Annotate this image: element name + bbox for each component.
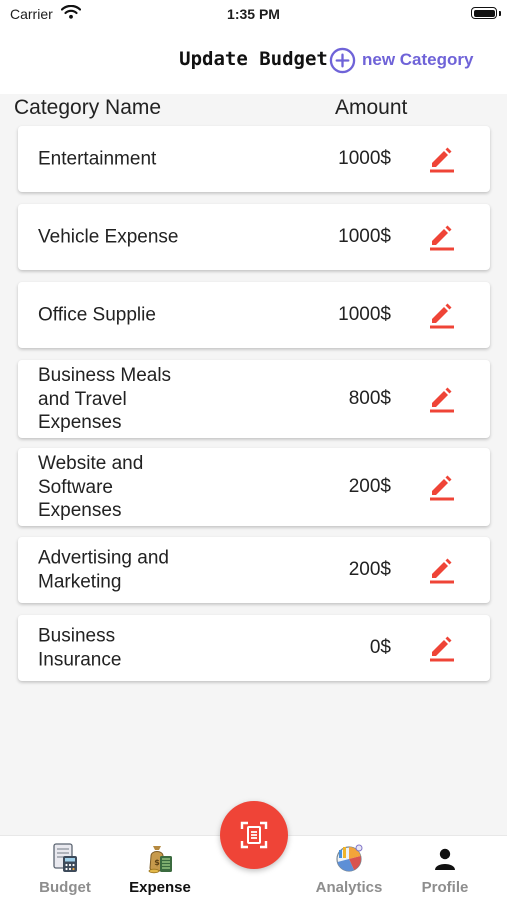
edit-icon[interactable] (428, 145, 456, 173)
header: Update Budget new Category (0, 28, 507, 94)
category-card: Advertising and Marketing 200$ (18, 537, 490, 603)
new-category-button[interactable]: new Category (329, 46, 473, 74)
category-name: Entertainment (38, 148, 157, 170)
svg-text:$: $ (154, 858, 160, 867)
category-card: Office Supplie 1000$ (18, 282, 490, 348)
tab-expense-label: Expense (129, 879, 191, 896)
category-name: Office Supplie (38, 304, 156, 326)
person-icon (435, 848, 455, 870)
category-card: Business Insurance 0$ (18, 615, 490, 681)
edit-icon[interactable] (428, 385, 456, 413)
status-bar: Carrier 1:35 PM (0, 0, 507, 28)
expense-money-icon: $ (148, 846, 172, 874)
category-card: Business Meals and Travel Expenses 800$ (18, 360, 490, 438)
category-name: Business Meals and Travel Expenses (38, 364, 172, 433)
category-name-header: Category Name (14, 96, 162, 119)
amount-header: Amount (335, 96, 408, 119)
battery-icon (471, 7, 497, 19)
category-name: Website and Software Expenses (38, 452, 144, 521)
category-amount: 1000$ (338, 226, 391, 247)
category-card: Entertainment 1000$ (18, 126, 490, 192)
edit-icon[interactable] (428, 223, 456, 251)
tab-budget[interactable]: Budget (27, 836, 103, 901)
edit-icon[interactable] (428, 301, 456, 329)
category-name: Vehicle Expense (38, 226, 179, 248)
edit-icon[interactable] (428, 556, 456, 584)
category-amount: 0$ (369, 637, 391, 658)
battery-tip (499, 11, 501, 16)
category-name: Advertising and Marketing (38, 547, 169, 593)
tab-expense[interactable]: $ Expense (122, 836, 198, 901)
category-amount: 200$ (348, 559, 391, 580)
tab-profile-label: Profile (421, 879, 469, 896)
plus-circle-icon (329, 47, 356, 73)
category-amount: 1000$ (338, 304, 391, 325)
scan-receipt-button[interactable] (220, 801, 288, 869)
category-card: Website and Software Expenses 200$ (18, 448, 490, 526)
edit-icon[interactable] (428, 634, 456, 662)
category-card: Vehicle Expense 1000$ (18, 204, 490, 270)
tab-analytics-label: Analytics (315, 879, 383, 896)
status-time: 1:35 PM (227, 6, 280, 22)
scan-receipt-icon (240, 821, 268, 849)
tab-analytics[interactable]: Analytics (309, 836, 389, 901)
category-amount: 1000$ (338, 148, 391, 169)
tab-profile[interactable]: Profile (409, 836, 481, 901)
new-category-label: new Category (362, 50, 474, 69)
analytics-chart-icon (336, 844, 363, 872)
category-name: Business Insurance (38, 625, 122, 671)
tab-budget-label: Budget (39, 879, 91, 896)
edit-icon[interactable] (428, 473, 456, 501)
category-amount: 800$ (348, 388, 391, 409)
category-amount: 200$ (348, 476, 391, 497)
budget-calculator-icon (53, 843, 77, 872)
